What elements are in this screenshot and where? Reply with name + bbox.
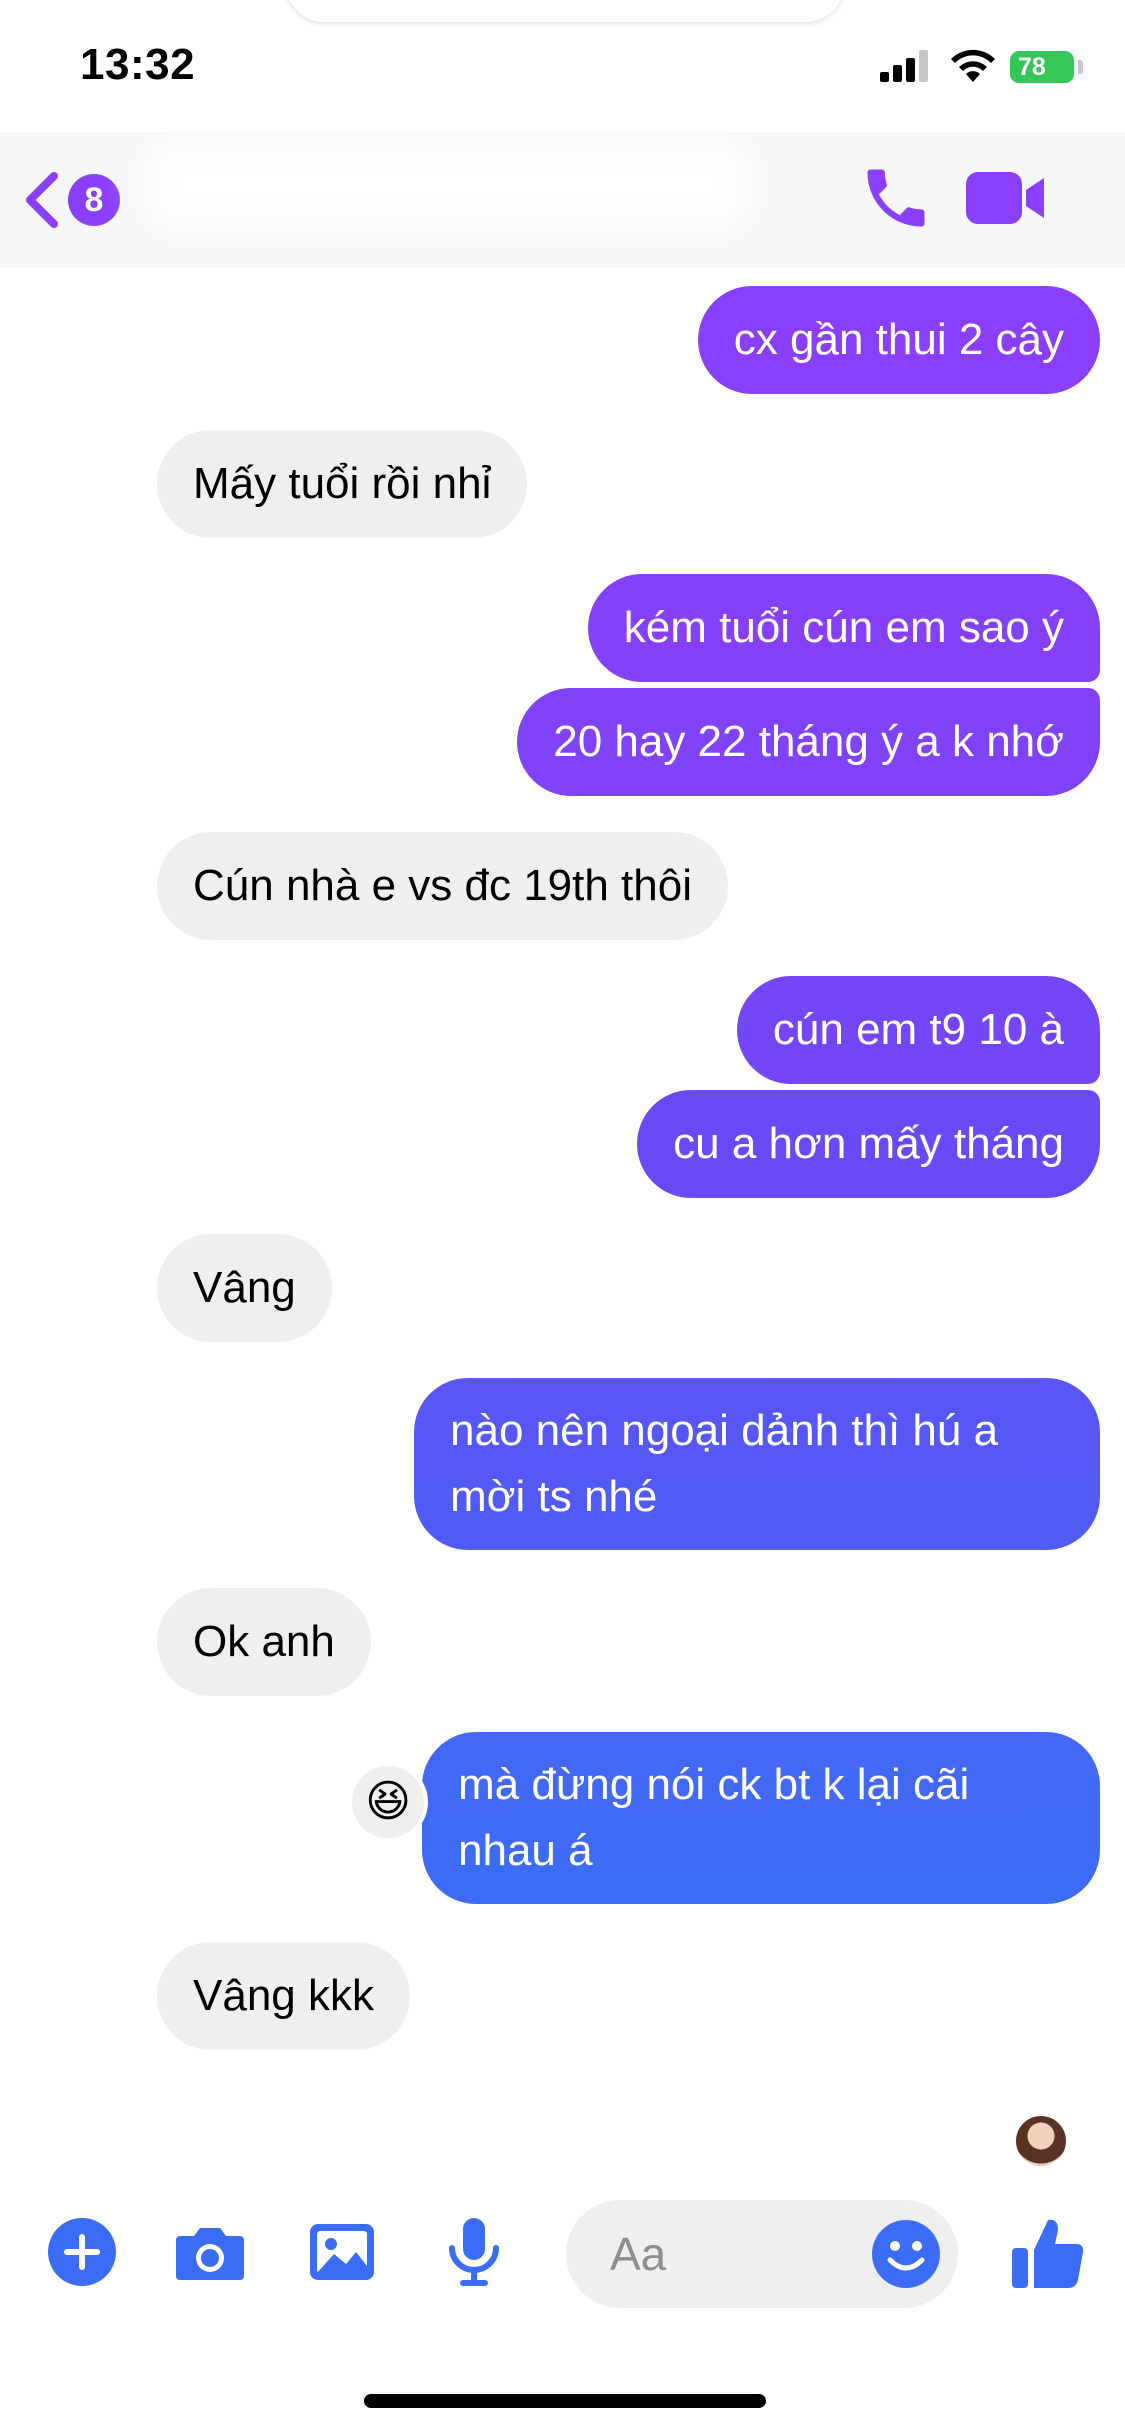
- message-input-placeholder: Aa: [610, 2228, 667, 2280]
- cellular-signal-icon: [880, 50, 928, 82]
- back-button[interactable]: 8: [22, 168, 132, 232]
- smile-icon[interactable]: [868, 2216, 944, 2292]
- contact-name[interactable]: [142, 136, 752, 232]
- reaction-emoji[interactable]: 😆: [348, 1762, 428, 1842]
- phone-icon[interactable]: [858, 160, 934, 236]
- message-bubble-outgoing[interactable]: cún em t9 10 à: [736, 976, 1100, 1084]
- wifi-icon: [951, 49, 995, 82]
- message-bubble-outgoing[interactable]: mà đừng nói ck bt k lại cãi nhau á: [422, 1732, 1100, 1904]
- home-indicator: [364, 2394, 766, 2408]
- video-camera-icon[interactable]: [964, 166, 1048, 230]
- seen-avatar: [1016, 2116, 1066, 2166]
- message-bubble-outgoing[interactable]: 20 hay 22 tháng ý a k nhớ: [517, 688, 1100, 796]
- message-bubble-outgoing[interactable]: cx gần thui 2 cây: [697, 286, 1100, 394]
- battery-level: 78: [1010, 51, 1074, 83]
- photo-icon[interactable]: [304, 2214, 380, 2290]
- message-list[interactable]: cx gần thui 2 cây Mấy tuổi rồi nhỉ kém t…: [0, 268, 1125, 2158]
- battery-cap: [1078, 60, 1083, 74]
- dynamic-island: [285, 0, 845, 22]
- status-bar: 13:32 78: [0, 0, 1125, 132]
- composer-bar: Aa: [0, 2200, 1125, 2310]
- message-bubble-outgoing[interactable]: cu a hơn mấy tháng: [637, 1090, 1100, 1198]
- message-bubble-incoming[interactable]: Mấy tuổi rồi nhỉ: [157, 430, 528, 538]
- message-bubble-incoming[interactable]: Vâng kkk: [157, 1942, 410, 2050]
- camera-icon[interactable]: [172, 2214, 248, 2290]
- plus-circle-icon[interactable]: [44, 2214, 120, 2290]
- message-input[interactable]: Aa: [566, 2200, 958, 2308]
- unread-count-badge: 8: [68, 174, 120, 226]
- message-bubble-outgoing[interactable]: kém tuổi cún em sao ý: [587, 574, 1100, 682]
- message-bubble-incoming[interactable]: Cún nhà e vs đc 19th thôi: [157, 832, 728, 940]
- message-bubble-incoming[interactable]: Ok anh: [157, 1588, 371, 1696]
- thumbs-up-icon[interactable]: [1008, 2212, 1088, 2292]
- message-bubble-incoming[interactable]: Vâng: [157, 1234, 332, 1342]
- status-time: 13:32: [80, 40, 196, 89]
- message-bubble-outgoing[interactable]: nào nên ngoại dảnh thì hú a mời ts nhé: [414, 1378, 1100, 1550]
- conversation-header: 8: [0, 132, 1125, 268]
- back-chevron-icon: [26, 172, 58, 228]
- microphone-icon[interactable]: [436, 2214, 512, 2290]
